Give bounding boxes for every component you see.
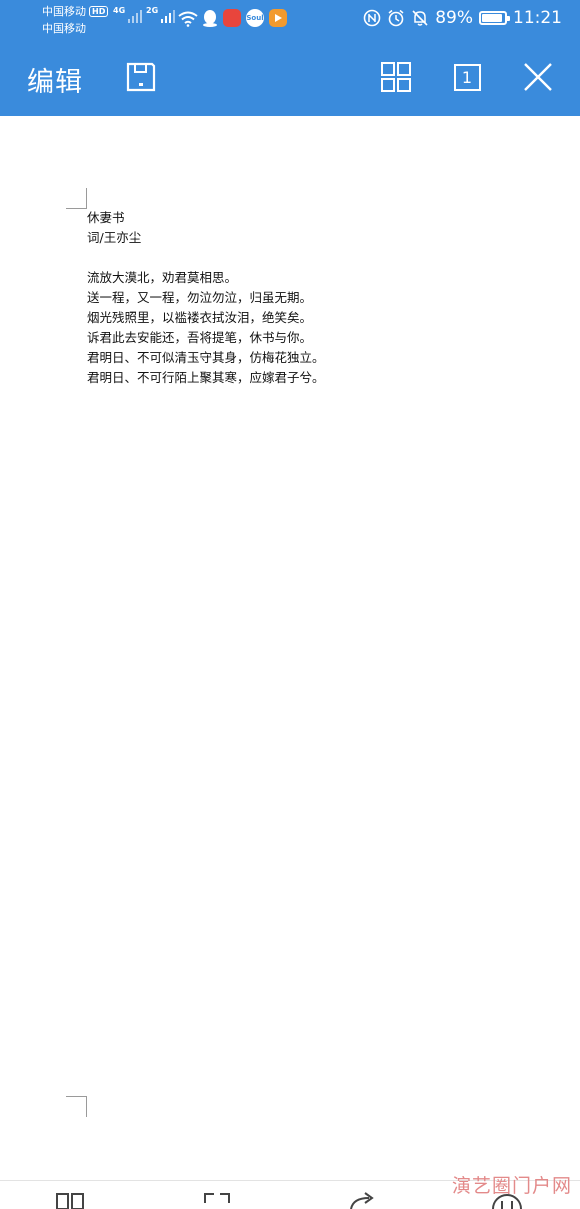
tools-icon[interactable] [54,1189,90,1209]
poem-line: 诉君此去安能还，吾将提笔，休书与你。 [87,330,313,345]
signal-icon-1: 4G [113,6,143,23]
battery-percent: 89% [435,8,473,28]
edit-button[interactable]: 编辑 [27,60,83,99]
document-body[interactable]: 休妻书 词/王亦尘 流放大漠北，劝君莫相思。 送一程，又一程，勿泣勿泣，归虽无期… [87,208,325,388]
nfc-icon [363,9,381,27]
hd-badge: HD [89,6,109,17]
grid-view-button[interactable] [376,57,416,97]
poem-line: 君明日、不可行陌上聚其寒，应嫁君子兮。 [87,370,325,385]
carrier-info: 中国移动 HD 中国移动 [42,3,109,37]
carrier-1: 中国移动 [42,5,86,18]
document-page[interactable]: 休妻书 词/王亦尘 流放大漠北，劝君莫相思。 送一程，又一程，勿泣勿泣，归虽无期… [0,116,580,1180]
poem-line: 君明日、不可似清玉守其身，仿梅花独立。 [87,350,325,365]
poem-line: 烟光残照里，以褴褛衣拭汝泪，绝笑矣。 [87,310,313,325]
notification-app-icons: Soul [202,9,287,27]
share-icon[interactable] [345,1189,381,1209]
poem-line: 送一程，又一程，勿泣勿泣，归虽无期。 [87,290,313,305]
save-button[interactable] [121,57,161,97]
mute-bell-icon [412,10,428,26]
save-icon [126,62,156,92]
close-icon [524,63,552,91]
page-count-icon: 1 [453,63,481,91]
network-type-2: 2G [146,6,159,15]
poem-author: 词/王亦尘 [87,230,142,245]
watermark: 演艺圈门户网 [451,1175,572,1197]
fullscreen-icon[interactable] [199,1189,235,1209]
page-corner-mark-bottom [66,1096,87,1117]
network-type-1: 4G [113,6,126,15]
battery-icon [479,11,510,25]
carrier-2: 中国移动 [42,22,86,35]
video-app-icon [269,9,287,27]
status-bar: 中国移动 HD 中国移动 4G 2G Soul 89% 11:21 [0,0,580,40]
toolbar: 编辑 1 [0,40,580,116]
page-count-button[interactable]: 1 [447,57,487,97]
poem-title: 休妻书 [87,210,125,225]
poem-line: 流放大漠北，劝君莫相思。 [87,270,238,285]
page-number: 1 [461,67,473,87]
grid-icon [381,62,411,92]
status-right: 89% 11:21 [363,8,562,28]
signal-icon-2: 2G [146,6,176,23]
alarm-icon [388,9,404,27]
clock: 11:21 [513,8,562,28]
shopping-app-icon [223,9,241,27]
page-corner-mark-top [66,188,87,209]
wifi-icon [178,11,198,27]
qq-icon [203,10,217,27]
app-header: 中国移动 HD 中国移动 4G 2G Soul 89% 11:21 编辑 1 [0,0,580,116]
close-button[interactable] [518,57,558,97]
soul-app-icon: Soul [246,9,264,27]
